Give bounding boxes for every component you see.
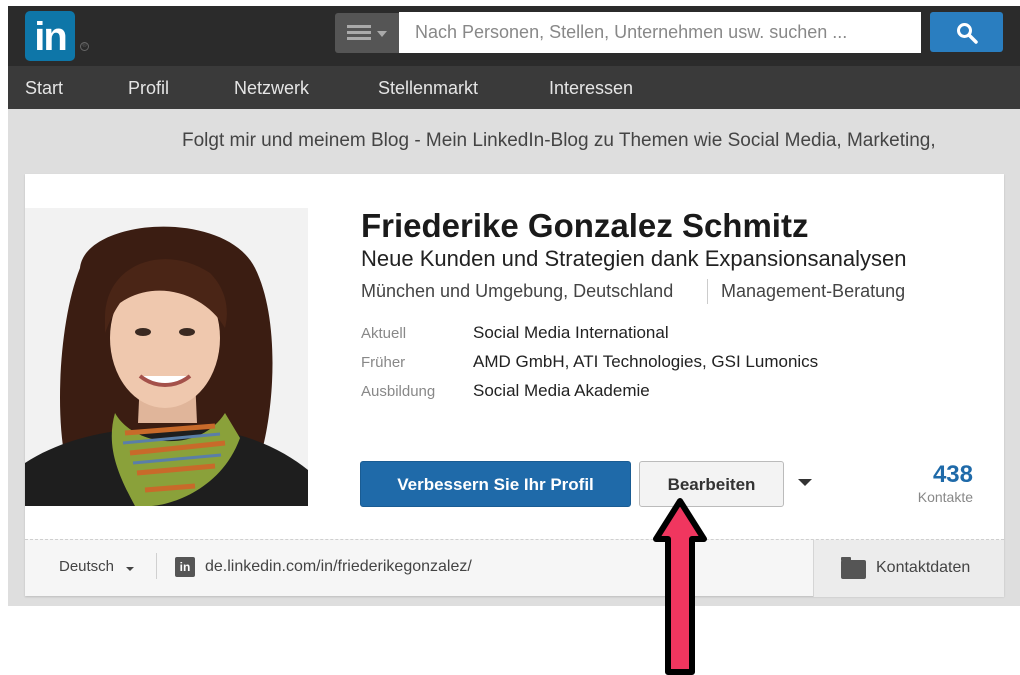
profile-tagline: Folgt mir und meinem Blog - Mein LinkedI… bbox=[182, 130, 936, 151]
chevron-down-icon bbox=[126, 567, 134, 571]
contact-card-icon bbox=[841, 557, 866, 579]
portrait-image bbox=[25, 208, 308, 506]
chevron-down-icon bbox=[377, 31, 387, 37]
chevron-down-icon[interactable] bbox=[798, 479, 812, 486]
main-nav: Start Profil Netzwerk Stellenmarkt Inter… bbox=[8, 66, 1020, 109]
connections-count[interactable]: 438 bbox=[905, 461, 973, 489]
contact-info-label: Kontaktdaten bbox=[876, 559, 971, 576]
profile-location[interactable]: München und Umgebung, Deutschland bbox=[361, 281, 673, 302]
menu-lines bbox=[347, 25, 371, 41]
linkedin-icon: in bbox=[175, 557, 195, 577]
divider bbox=[707, 279, 708, 304]
detail-value-current[interactable]: Social Media International bbox=[473, 323, 669, 343]
search-input[interactable]: Nach Personen, Stellen, Unternehmen usw.… bbox=[399, 12, 921, 53]
annotation-arrow bbox=[653, 498, 707, 675]
nav-item-start[interactable]: Start bbox=[25, 66, 63, 109]
nav-item-profil[interactable]: Profil bbox=[128, 66, 169, 109]
public-profile-url[interactable]: de.linkedin.com/in/friederikegonzalez/ bbox=[205, 558, 472, 576]
language-selector[interactable]: Deutsch bbox=[59, 558, 114, 575]
profile-headline: Neue Kunden und Strategien dank Expansio… bbox=[361, 246, 907, 271]
profile-page: Folgt mir und meinem Blog - Mein LinkedI… bbox=[8, 109, 1020, 606]
top-bar: in ® Nach Personen, Stellen, Unternehmen… bbox=[8, 6, 1020, 66]
profile-card: Friederike Gonzalez Schmitz Neue Kunden … bbox=[25, 174, 1004, 597]
detail-label-education: Ausbildung bbox=[361, 383, 436, 400]
profile-industry[interactable]: Management-Beratung bbox=[721, 281, 905, 302]
nav-item-netzwerk[interactable]: Netzwerk bbox=[234, 66, 309, 109]
registered-mark: ® bbox=[80, 42, 89, 51]
nav-item-interessen[interactable]: Interessen bbox=[549, 66, 633, 109]
search-button[interactable] bbox=[930, 12, 1003, 52]
detail-label-current: Aktuell bbox=[361, 325, 407, 342]
detail-value-previous[interactable]: AMD GmbH, ATI Technologies, GSI Lumonics bbox=[473, 352, 818, 372]
nav-item-stellenmarkt[interactable]: Stellenmarkt bbox=[378, 66, 478, 109]
linkedin-logo[interactable]: in bbox=[25, 11, 75, 61]
hamburger-menu-icon[interactable] bbox=[335, 13, 399, 53]
contact-info-button[interactable]: Kontaktdaten bbox=[813, 540, 1004, 597]
magnifier-icon bbox=[957, 23, 978, 44]
detail-label-previous: Früher bbox=[361, 354, 406, 371]
divider bbox=[156, 553, 157, 579]
detail-value-education[interactable]: Social Media Akademie bbox=[473, 381, 650, 401]
improve-profile-button[interactable]: Verbessern Sie Ihr Profil bbox=[360, 461, 631, 507]
profile-name: Friederike Gonzalez Schmitz bbox=[361, 207, 809, 244]
profile-photo[interactable] bbox=[25, 208, 308, 506]
connections-label: Kontakte bbox=[917, 489, 973, 505]
profile-footer: Deutsch in de.linkedin.com/in/friederike… bbox=[25, 539, 1004, 597]
